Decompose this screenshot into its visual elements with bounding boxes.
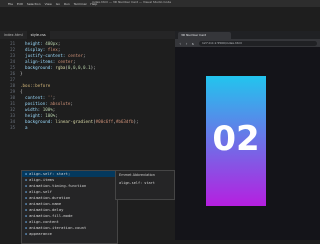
menu-item[interactable]: File	[8, 2, 13, 6]
forward-icon[interactable]: ›	[185, 41, 187, 46]
code-token: content:	[20, 95, 48, 100]
back-icon[interactable]: ‹	[179, 41, 181, 46]
code-line: a	[20, 125, 28, 131]
suggestion-detail: Emmet Abbreviation align-self: start	[115, 170, 175, 200]
code-token: background:	[20, 65, 56, 70]
code-token: justify-content:	[20, 53, 68, 58]
code-token: position:	[20, 101, 51, 106]
editor-tab[interactable]: style.css	[26, 31, 50, 39]
code-token: ;	[72, 59, 76, 64]
code-line: background: rgba(0,0,0,0.1);	[20, 65, 96, 71]
code-token: 100%	[45, 113, 56, 118]
menu-item[interactable]: Terminal	[74, 2, 87, 6]
reload-icon[interactable]: ↻	[192, 41, 194, 46]
code-token: height:	[20, 41, 46, 46]
page-content: 02	[175, 47, 320, 240]
code-token: );	[133, 119, 139, 124]
detail-title: Emmet Abbreviation	[119, 173, 155, 177]
code-token: ;	[52, 107, 56, 112]
suggestion-label: appearance	[29, 231, 52, 236]
browser-window: 3D Number Card ‹ › ↻ 127.0.0.1:5500/inde…	[175, 31, 320, 240]
autocomplete-popup: ⚙ align-self: start; ⚙ align-items ⚙ animatio…	[21, 170, 118, 244]
line-number-gutter: 21 22 23 24 25 26 27 28 29 30 31 32 33 34 35	[0, 39, 18, 240]
menu-item[interactable]: View	[45, 2, 52, 6]
code-token: 400px	[45, 41, 58, 46]
property-icon: ⚙	[25, 232, 28, 236]
menu-item[interactable]: Selection	[27, 2, 41, 6]
code-token: ;	[57, 41, 61, 46]
address-bar: ‹ › ↻ 127.0.0.1:5500/index.html	[175, 39, 320, 47]
code-token: flex	[47, 47, 58, 52]
code-line: background: linear-gradient(#00c6ff,#b63…	[20, 119, 139, 125]
menu-item[interactable]: Run	[64, 2, 70, 6]
code-token: background:	[20, 119, 56, 124]
code-token: height:	[20, 113, 46, 118]
url-field[interactable]: 127.0.0.1:5500/index.html	[199, 40, 317, 46]
number-card: 02	[206, 76, 266, 206]
detail-body: align-self: start	[119, 181, 155, 185]
code-token: #b63dfb	[115, 119, 134, 124]
code-token: display:	[20, 47, 48, 52]
code-token: #00c6ff	[95, 119, 114, 124]
code-token: absolute	[50, 101, 71, 106]
editor-tab[interactable]: index.html	[0, 31, 27, 39]
code-token: a	[20, 125, 28, 130]
card-number: 02	[212, 119, 260, 159]
code-token: 0,0,0,0.1	[67, 65, 91, 70]
code-token: {	[20, 89, 23, 94]
code-token: .box::before	[20, 83, 51, 88]
code-token: rgba	[55, 65, 66, 70]
code-token: ;	[70, 101, 73, 106]
code-token: center	[57, 59, 73, 64]
code-editor[interactable]: 21 22 23 24 25 26 27 28 29 30 31 32 33 34 35 height: 4…	[0, 39, 175, 244]
code-token: 100%	[42, 107, 53, 112]
browser-tab-strip: 3D Number Card	[175, 31, 320, 39]
code-token: linear-gradient	[55, 119, 94, 124]
code-token: ;	[52, 95, 56, 100]
suggestion-item[interactable]: ⚙ appearance	[22, 231, 117, 237]
editor-tabs: index.html style.css	[0, 31, 175, 39]
code-token: ;	[55, 113, 58, 118]
code-line: .box::before	[20, 83, 50, 89]
code-token: align-items:	[20, 59, 58, 64]
code-token: );	[90, 65, 96, 70]
code-token: width:	[20, 107, 43, 112]
menu-item[interactable]: Go	[56, 2, 60, 6]
code-token: }	[20, 71, 23, 76]
code-token: ;	[83, 53, 86, 58]
menu-item[interactable]: Edit	[17, 2, 23, 6]
line-number: 35	[10, 125, 15, 130]
code-line: }	[20, 71, 23, 77]
menu-bar: File Edit Selection View Go Run Terminal Help	[8, 0, 97, 7]
title-bar: File Edit Selection View Go Run Terminal Help i…	[0, 0, 320, 7]
window-title: index.html — 3D Number Card — Visual Stu…	[92, 0, 172, 4]
code-token: ;	[57, 47, 61, 52]
browser-tab[interactable]: 3D Number Card	[178, 32, 231, 39]
code-token: center	[67, 53, 84, 58]
